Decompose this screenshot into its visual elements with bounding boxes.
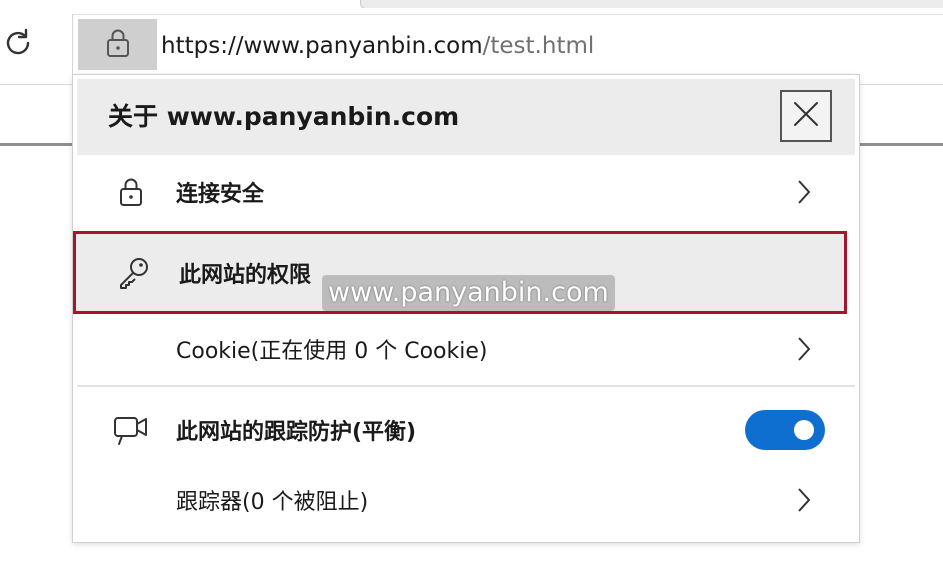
lock-icon (104, 27, 132, 63)
site-permissions-label: 此网站的权限 (179, 262, 312, 288)
url-input[interactable]: https://www.panyanbin.com/test.html (161, 26, 594, 66)
cookies-label: Cookie(正在使用 0 个 Cookie) (176, 339, 488, 364)
lock-icon (113, 174, 149, 210)
site-info-button[interactable] (78, 19, 157, 70)
tracking-camera-icon (113, 412, 149, 448)
url-path: /test.html (482, 33, 595, 59)
cookies-item[interactable]: Cookie(正在使用 0 个 Cookie) (77, 313, 855, 385)
section-divider (77, 385, 855, 387)
close-button[interactable] (780, 90, 832, 142)
url-domain: https://www.panyanbin.com (161, 33, 483, 59)
toggle-knob (794, 420, 814, 440)
refresh-icon (1, 26, 35, 64)
tracking-prevention-item: 此网站的跟踪防护(平衡) (77, 391, 855, 469)
key-icon (116, 255, 152, 291)
flyout-header: 关于 www.panyanbin.com (77, 79, 855, 155)
tracking-prevention-toggle[interactable] (745, 410, 825, 450)
tracking-prevention-label: 此网站的跟踪防护(平衡) (176, 420, 417, 445)
chevron-right-icon (795, 178, 813, 206)
refresh-button[interactable] (0, 25, 36, 65)
trackers-label: 跟踪器(0 个被阻止) (176, 490, 369, 515)
connection-secure-item[interactable]: 连接安全 (77, 153, 855, 231)
chevron-right-icon (795, 486, 813, 514)
close-icon (792, 100, 820, 132)
chevron-right-icon (795, 335, 813, 363)
browser-window: https://www.panyanbin.com/test.html 关于 w… (0, 0, 943, 588)
watermark: www.panyanbin.com (322, 275, 615, 311)
trackers-item[interactable]: 跟踪器(0 个被阻止) (77, 467, 855, 533)
connection-secure-label: 连接安全 (176, 182, 265, 207)
flyout-title: 关于 www.panyanbin.com (108, 102, 460, 131)
